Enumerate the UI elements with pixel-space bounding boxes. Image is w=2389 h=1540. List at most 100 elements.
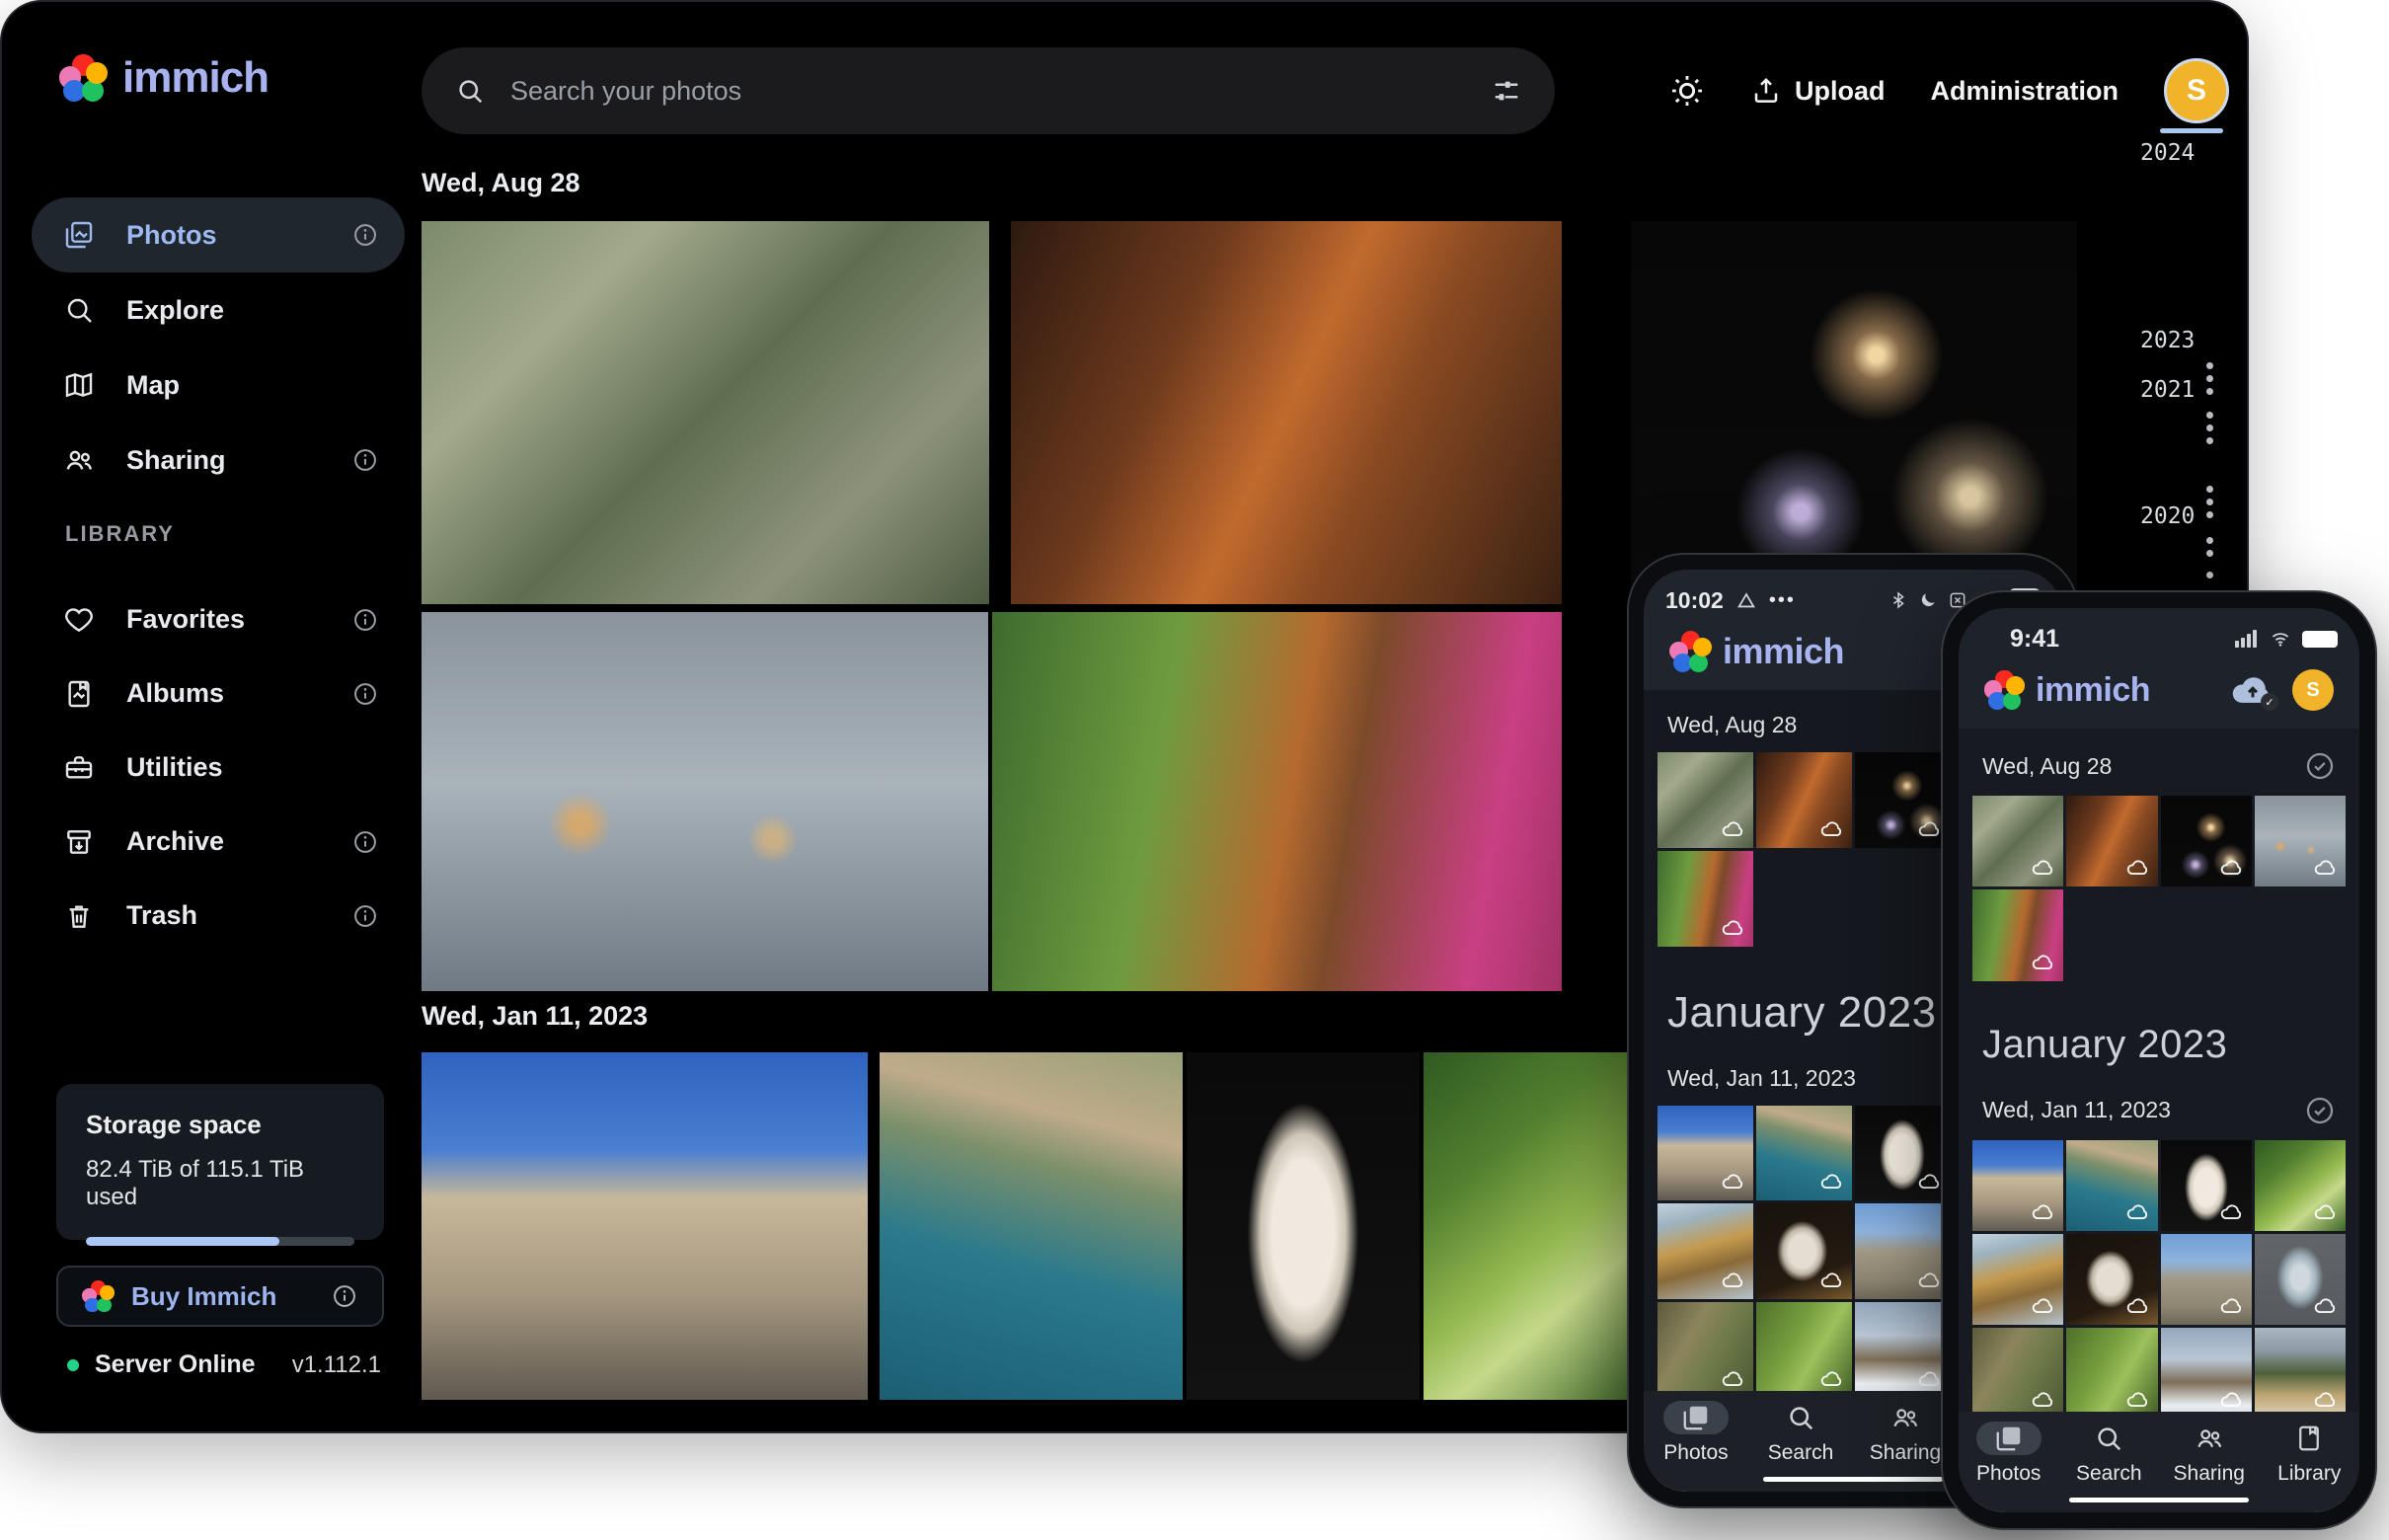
photo-sculpt[interactable] [2066, 1234, 2157, 1325]
photo-monkeys[interactable] [1657, 752, 1753, 848]
photo-church[interactable] [1855, 1302, 1951, 1398]
theme-toggle-sun-icon[interactable] [1668, 72, 1706, 110]
photo-fireworks[interactable] [1855, 752, 1951, 848]
sidebar-item-archive[interactable]: Archive [32, 805, 405, 879]
photo-hands[interactable] [2255, 796, 2346, 886]
select-all-check-icon[interactable] [2304, 750, 2336, 782]
status-time: 9:41 [2010, 625, 2059, 654]
date-group-row: Wed, Jan 11, 2023 [1982, 1095, 2336, 1126]
sidebar-item-trash[interactable]: Trash [32, 879, 405, 953]
photo-bust[interactable] [1855, 1106, 1951, 1201]
nav-item-label: Sharing [2174, 1462, 2245, 1486]
photo-farm[interactable] [2255, 1328, 2346, 1419]
photo-berries[interactable] [1424, 1052, 1645, 1400]
photo-bust[interactable] [2161, 1140, 2252, 1231]
cloud-backup-icon [1721, 914, 1746, 940]
phone-photo-grid-aug [1972, 796, 2346, 981]
photo-church[interactable] [2161, 1328, 2252, 1419]
sidebar-item-label: Map [126, 370, 180, 401]
photo-silver[interactable] [2255, 1234, 2346, 1325]
photo-ruins[interactable] [1855, 1203, 1951, 1299]
info-icon[interactable] [351, 446, 379, 474]
cloud-backup-status-icon[interactable]: ✓ [2231, 673, 2274, 707]
photo-park[interactable] [1972, 889, 2063, 980]
upload-button[interactable]: Upload [1751, 76, 1886, 107]
storage-title: Storage space [86, 1110, 354, 1140]
cloud-backup-icon [1721, 1365, 1746, 1391]
app-logo[interactable]: immich [59, 53, 269, 103]
nav-item-label: Library [2277, 1462, 2341, 1486]
immich-flower-icon [1669, 631, 1711, 672]
photo-lizard1[interactable] [1972, 1328, 2063, 1419]
nav-item-label: Photos [1663, 1441, 1728, 1465]
user-avatar[interactable]: S [2292, 669, 2334, 711]
photo-coast[interactable] [880, 1052, 1183, 1400]
administration-link[interactable]: Administration [1931, 76, 2119, 107]
photo-cliff[interactable] [1657, 1203, 1753, 1299]
buy-immich-button[interactable]: Buy Immich [56, 1266, 384, 1327]
info-icon[interactable] [351, 221, 379, 249]
sidebar-item-favorites[interactable]: Favorites [32, 582, 405, 656]
photo-cliff[interactable] [1972, 1234, 2063, 1325]
photo-bust[interactable] [1187, 1052, 1420, 1400]
photo-fortress[interactable] [1657, 1106, 1753, 1201]
people-icon [2195, 1424, 2224, 1453]
photo-monkeys[interactable] [422, 221, 989, 604]
sidebar-item-photos[interactable]: Photos [32, 197, 405, 272]
cloud-backup-icon [1917, 1267, 1943, 1292]
info-icon[interactable] [351, 606, 379, 634]
nav-item-photos[interactable]: Photos [1965, 1422, 2053, 1486]
sidebar-item-albums[interactable]: Albums [32, 656, 405, 731]
scrubber-dot [2206, 486, 2213, 493]
sidebar-item-map[interactable]: Map [32, 347, 405, 423]
photo-dinner[interactable] [1011, 221, 1562, 604]
select-all-check-icon[interactable] [2304, 1095, 2336, 1126]
cloud-backup-icon [1917, 815, 1943, 841]
info-icon[interactable] [351, 828, 379, 856]
do-not-disturb-moon-icon [1918, 590, 1938, 610]
photo-fireworks[interactable] [1631, 221, 2077, 604]
photo-fortress[interactable] [1972, 1140, 2063, 1231]
info-icon[interactable] [331, 1282, 358, 1310]
sidebar-item-sharing[interactable]: Sharing [32, 423, 405, 498]
photo-monkeys[interactable] [1972, 796, 2063, 886]
photo-lizard2[interactable] [2066, 1328, 2157, 1419]
cloud-backup-icon [2313, 1198, 2339, 1224]
sidebar-item-utilities[interactable]: Utilities [32, 731, 405, 805]
info-icon[interactable] [351, 680, 379, 708]
photo-park[interactable] [1657, 851, 1753, 947]
photo-dinner[interactable] [2066, 796, 2157, 886]
scrubber-dot [2206, 412, 2213, 419]
photo-park[interactable] [992, 612, 1562, 991]
nav-item-search[interactable]: Search [1756, 1401, 1845, 1465]
phone-mockup-iphone: 9:41 immich [1941, 590, 2377, 1530]
sidebar-item-explore[interactable]: Explore [32, 272, 405, 347]
photo-hands[interactable] [422, 612, 988, 991]
photo-sculpt[interactable] [1756, 1203, 1852, 1299]
search-filter-icon[interactable] [1492, 76, 1521, 106]
cloud-backup-icon [2031, 1386, 2056, 1412]
photo-berries[interactable] [2255, 1140, 2346, 1231]
nav-item-photos[interactable]: Photos [1652, 1401, 1740, 1465]
photo-coast[interactable] [1756, 1106, 1852, 1201]
scrubber-year: 2020 [2140, 503, 2195, 529]
photos-icon [1994, 1424, 2024, 1453]
search-input[interactable]: Search your photos [422, 47, 1555, 134]
nav-item-library[interactable]: Library [2265, 1422, 2353, 1486]
scrubber-dot [2206, 499, 2213, 505]
photo-dinner[interactable] [1756, 752, 1852, 848]
check-badge-icon: ✓ [2261, 693, 2278, 711]
nav-item-sharing[interactable]: Sharing [2165, 1422, 2254, 1486]
nav-item-sharing[interactable]: Sharing [1861, 1401, 1950, 1465]
info-icon[interactable] [351, 902, 379, 930]
photo-fortress[interactable] [422, 1052, 868, 1400]
photo-lizard1[interactable] [1657, 1302, 1753, 1398]
cloud-backup-icon [1917, 1365, 1943, 1391]
photo-lizard2[interactable] [1756, 1302, 1852, 1398]
map-icon [63, 369, 95, 401]
photo-fireworks[interactable] [2161, 796, 2252, 886]
photo-coast[interactable] [2066, 1140, 2157, 1231]
cloud-backup-icon [2219, 854, 2245, 880]
photo-ruins[interactable] [2161, 1234, 2252, 1325]
nav-item-search[interactable]: Search [2064, 1422, 2153, 1486]
